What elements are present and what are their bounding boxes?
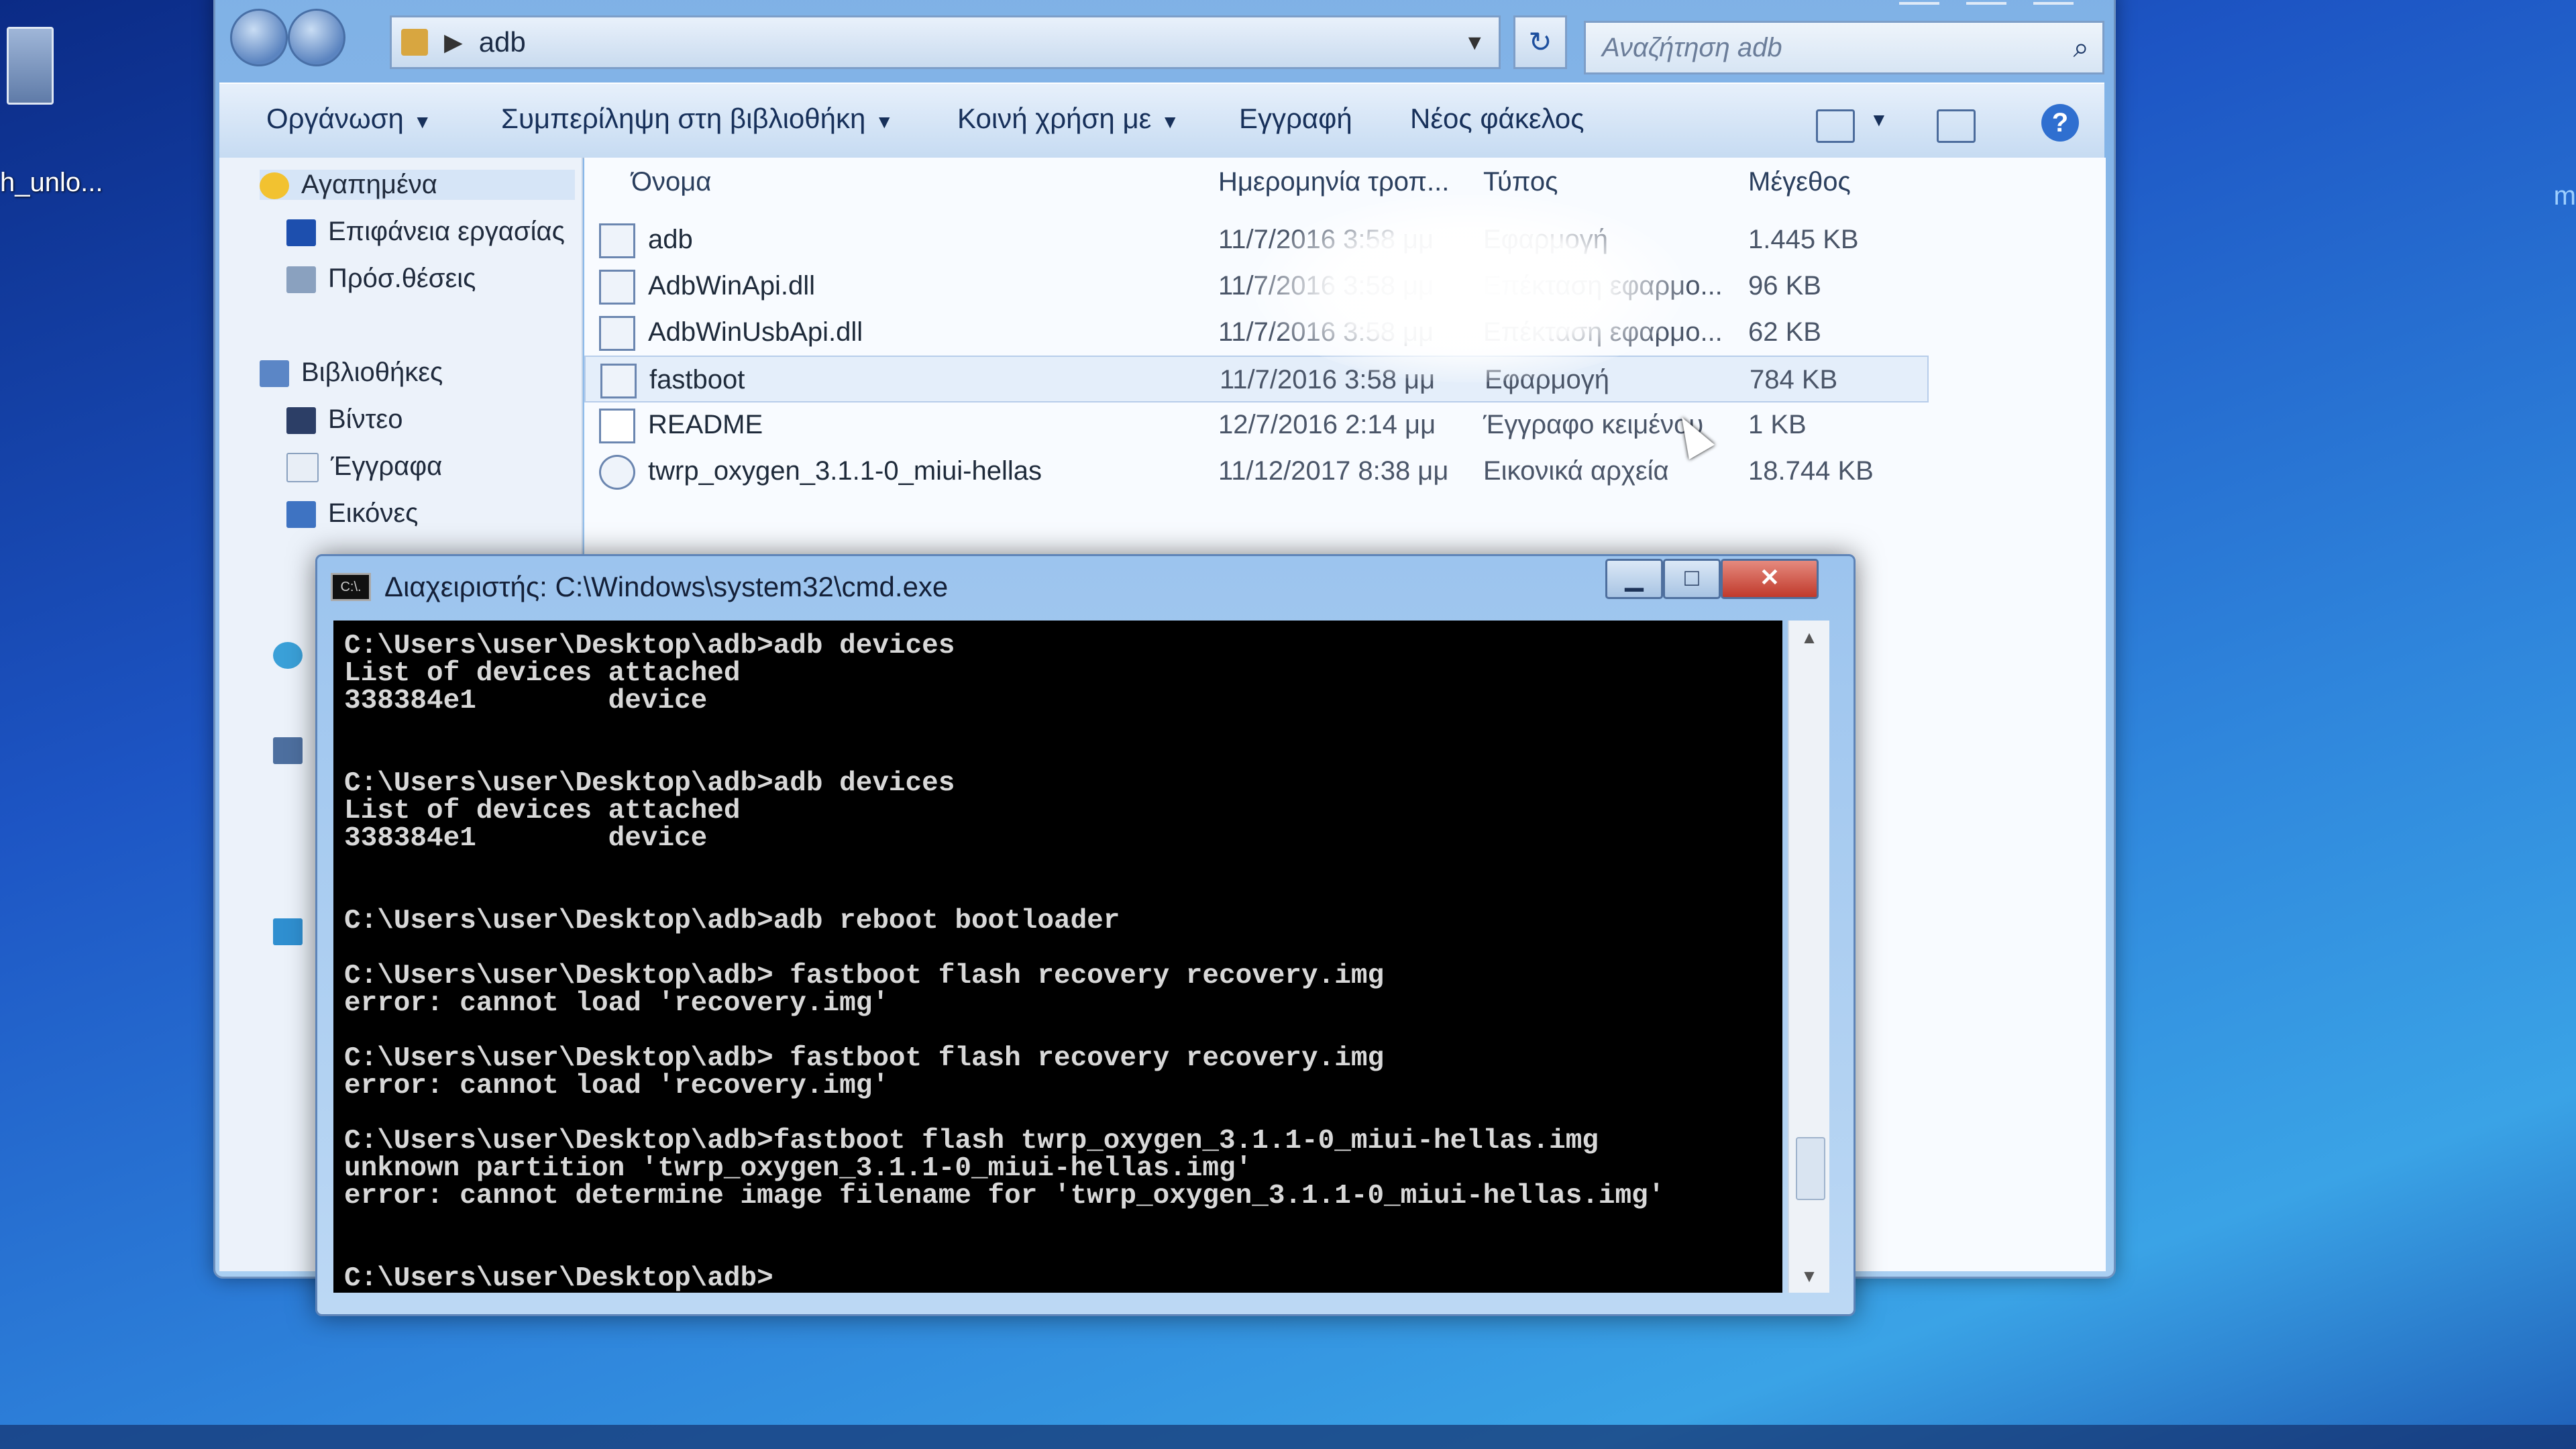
column-size[interactable]: Μέγεθος [1748,167,1851,197]
file-size: 1 KB [1748,410,1807,439]
breadcrumb-adb[interactable]: adb [479,26,526,58]
computer-icon [273,737,303,765]
file-row[interactable]: README 12/7/2016 2:14 μμ Έγγραφο κειμένο… [584,402,1926,446]
file-name: AdbWinApi.dll [648,271,816,301]
close-button[interactable]: ✕ [1721,559,1819,599]
application-icon [600,364,637,398]
file-row[interactable]: AdbWinUsbApi.dll 11/7/2016 3:58 μμ Επέκτ… [584,309,1926,354]
file-row[interactable]: adb 11/7/2016 3:58 μμ Εφαρμογή 1.445 KB [584,217,1926,261]
search-input[interactable]: Αναζήτηση adb ⌕ [1584,21,2104,74]
application-icon [599,223,635,258]
text-file-icon [599,409,635,443]
console-text: C:\Users\user\Desktop\adb>adb devices Li… [344,631,1665,1293]
star-icon [260,172,289,200]
minimize-button[interactable]: ▁ [1605,559,1663,599]
nav-libraries[interactable]: Βιβλιοθήκες [260,358,443,388]
scroll-up-icon[interactable]: ▲ [1789,621,1829,654]
cmd-title: Διαχειριστής: C:\Windows\system32\cmd.ex… [384,571,949,602]
nav-videos[interactable]: Βίντεο [286,405,402,435]
cmd-icon: C:\. [331,573,371,601]
screen-glare [1254,195,1684,382]
view-options-icon[interactable] [1816,109,1855,143]
nav-recent[interactable]: Πρόσ.θέσεις [286,264,476,294]
file-size: 18.744 KB [1748,456,1874,486]
address-bar[interactable]: ▶ adb ▼ [390,15,1501,69]
file-size: 62 KB [1748,317,1821,347]
dll-icon [599,270,635,305]
preview-pane-icon[interactable] [1937,109,1976,143]
cmd-window: C:\. Διαχειριστής: C:\Windows\system32\c… [315,554,1856,1316]
help-icon[interactable]: ? [2041,104,2079,142]
file-date: 11/12/2017 8:38 μμ [1218,456,1449,486]
file-size: 1.445 KB [1748,225,1859,254]
chevron-down-icon: ▼ [875,111,894,132]
file-icon [7,27,54,105]
homegroup-icon [273,642,303,669]
window-controls [1899,0,2074,5]
maximize-icon[interactable] [1966,0,2006,5]
nav-favorites[interactable]: Αγαπημένα [260,170,575,200]
refresh-button[interactable]: ↻ [1513,15,1567,69]
column-type[interactable]: Τύπος [1483,167,1558,197]
video-icon [286,407,316,435]
desktop-icon [286,219,316,247]
pictures-icon [286,501,316,529]
file-row[interactable]: twrp_oxygen_3.1.1-0_miui-hellas 11/12/20… [584,448,1926,492]
recent-places-icon [286,266,316,294]
address-dropdown-icon[interactable]: ▼ [1464,30,1485,55]
organize-button[interactable]: Οργάνωση ▼ [266,103,432,135]
close-icon[interactable] [2033,0,2074,5]
chevron-down-icon: ▼ [1161,111,1180,132]
nav-documents[interactable]: Έγγραφα [286,451,442,483]
file-row-selected[interactable]: fastboot 11/7/2016 3:58 μμ Εφαρμογή 784 … [584,356,1929,402]
disc-image-icon [599,455,635,490]
minimize-icon[interactable] [1899,0,1939,5]
documents-icon [286,453,319,483]
column-date[interactable]: Ημερομηνία τροπ... [1218,167,1449,197]
view-dropdown-icon[interactable]: ▼ [1870,109,1888,131]
dll-icon [599,316,635,351]
search-placeholder: Αναζήτηση adb [1602,32,1782,62]
file-name: adb [648,225,693,254]
burn-button[interactable]: Εγγραφή [1239,103,1352,135]
file-size: 784 KB [1750,365,1838,394]
folder-icon [401,29,428,56]
file-name: README [648,410,763,439]
column-name[interactable]: Όνομα [631,167,711,197]
nav-desktop[interactable]: Επιφάνεια εργασίας [286,217,565,247]
search-icon[interactable]: ⌕ [2073,32,2089,64]
desktop-file-icon[interactable]: h_unlo... [0,27,103,197]
network-icon [273,918,303,946]
chevron-down-icon: ▼ [413,111,432,132]
file-size: 96 KB [1748,271,1821,301]
file-name: AdbWinUsbApi.dll [648,317,863,347]
maximize-button[interactable]: □ [1663,559,1721,599]
breadcrumb-chevron-icon[interactable]: ▶ [444,28,463,56]
scroll-down-icon[interactable]: ▼ [1789,1259,1829,1293]
file-date: 12/7/2016 2:14 μμ [1218,410,1436,439]
desktop-file-label: h_unlo... [0,168,103,197]
scroll-thumb[interactable] [1796,1137,1825,1200]
taskbar [0,1425,2576,1449]
file-name: twrp_oxygen_3.1.1-0_miui-hellas [648,456,1042,486]
console-scrollbar[interactable]: ▲ ▼ [1788,621,1829,1293]
desktop-edge-text: m [2553,181,2576,211]
cmd-titlebar[interactable]: C:\. Διαχειριστής: C:\Windows\system32\c… [331,566,948,608]
file-name: fastboot [649,365,745,394]
forward-button[interactable] [288,9,345,66]
share-with-button[interactable]: Κοινή χρήση με ▼ [957,103,1179,135]
command-bar: Οργάνωση ▼ Συμπερίληψη στη βιβλιοθήκη ▼ Κο… [219,83,2104,159]
nav-pictures[interactable]: Εικόνες [286,498,418,529]
new-folder-button[interactable]: Νέος φάκελος [1410,103,1585,135]
libraries-icon [260,360,289,388]
console-output[interactable]: C:\Users\user\Desktop\adb>adb devices Li… [333,621,1782,1293]
include-in-library-button[interactable]: Συμπερίληψη στη βιβλιοθήκη ▼ [501,103,894,135]
back-button[interactable] [230,9,288,66]
file-type: Εικονικά αρχεία [1483,456,1669,486]
